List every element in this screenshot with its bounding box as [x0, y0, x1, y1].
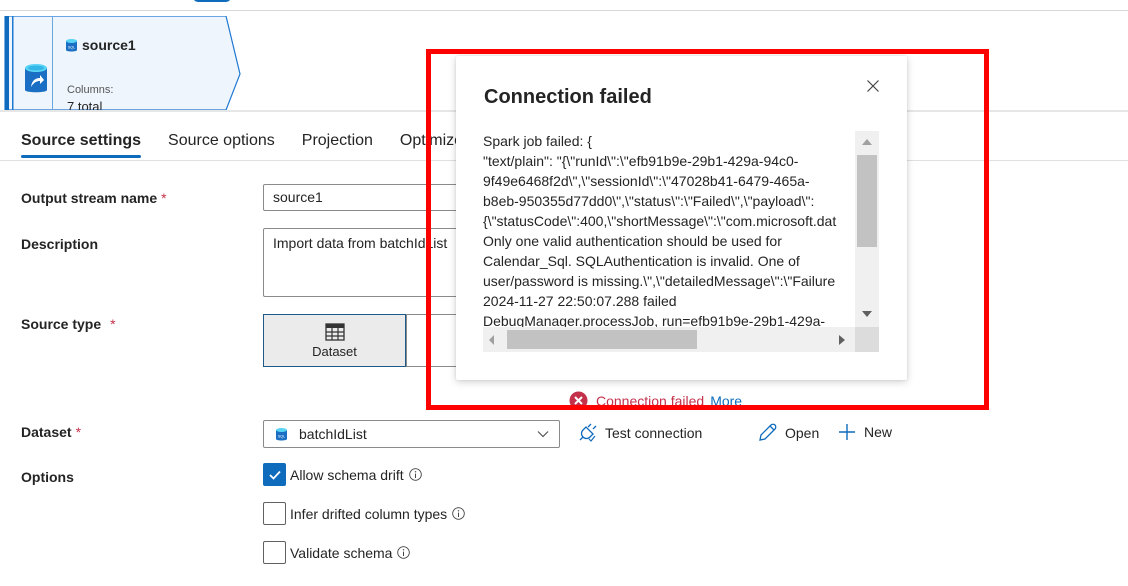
table-icon: [324, 322, 345, 341]
description-textarea[interactable]: Import data from batchIdList: [263, 228, 463, 297]
error-message-line: 9f49e6468f2d\",\"sessionId\":\"47028b41-…: [483, 173, 810, 189]
checkmark-icon: [268, 470, 281, 480]
scroll-right-arrow-icon[interactable]: [839, 335, 845, 345]
info-icon[interactable]: [397, 546, 411, 559]
test-connection-label: Test connection: [605, 425, 703, 441]
chevron-down-icon: [537, 431, 549, 438]
dataset-dropdown[interactable]: SQL batchIdList: [263, 420, 560, 448]
allow-schema-drift-checkbox[interactable]: [263, 463, 286, 486]
infer-drifted-column-types-checkbox[interactable]: [263, 502, 286, 525]
dataset-label: Dataset *: [21, 424, 81, 440]
tab-source-settings[interactable]: Source settings: [21, 132, 142, 158]
svg-text:SQL: SQL: [68, 45, 75, 49]
error-message-box[interactable]: Spark job failed: { "text/plain": "{\"run…: [483, 131, 879, 352]
tab-source-options[interactable]: Source options: [168, 132, 275, 158]
scrollbar-thumb[interactable]: [857, 155, 877, 247]
options-label: Options: [21, 469, 74, 485]
description-label: Description: [21, 236, 99, 252]
dialog-title: Connection failed: [484, 86, 652, 108]
option-label: Allow schema drift: [290, 466, 404, 483]
option-validate-schema: Validate schema: [263, 541, 411, 564]
plug-connection-icon: [579, 423, 597, 442]
sql-icon: SQL: [66, 38, 77, 51]
source-node[interactable]: SQL source1 Columns: 7 total: [4, 16, 244, 110]
error-circle-icon: [569, 391, 588, 410]
divider: [0, 10, 1128, 11]
scroll-up-arrow-icon[interactable]: [862, 139, 872, 145]
node-title: source1: [82, 37, 136, 53]
node-columns-label: Columns:: [67, 84, 114, 96]
required-mark: *: [110, 316, 116, 332]
source-type-label: Source type *: [21, 316, 116, 332]
option-allow-schema-drift: Allow schema drift: [263, 463, 422, 486]
info-icon[interactable]: [408, 468, 422, 481]
plus-icon: [839, 424, 855, 440]
scrollbar-thumb[interactable]: [507, 330, 697, 349]
error-message-text: Spark job failed: { "text/plain": "{\"run…: [483, 131, 853, 327]
source-type-dataset-button[interactable]: Dataset: [263, 314, 406, 367]
option-infer-drifted-column-types: Infer drifted column types: [263, 502, 465, 525]
required-mark: *: [75, 424, 82, 440]
connection-status-text: Connection failed: [596, 392, 705, 409]
label-text: Source type: [21, 316, 102, 332]
close-icon[interactable]: [866, 79, 880, 93]
database-source-icon: [25, 64, 47, 93]
pencil-icon: [759, 423, 777, 441]
connection-failed-dialog: Connection failed Spark job failed: { "te…: [456, 56, 907, 380]
validate-schema-checkbox[interactable]: [263, 541, 286, 564]
error-message-line: Spark job failed: {: [483, 133, 592, 149]
info-icon[interactable]: [452, 507, 465, 520]
horizontal-scrollbar[interactable]: [483, 327, 855, 352]
scroll-left-arrow-icon[interactable]: [489, 335, 494, 345]
svg-text:SQL: SQL: [278, 434, 285, 438]
source-type-selector: Dataset: [263, 314, 466, 367]
vertical-scrollbar[interactable]: [855, 131, 879, 327]
open-dataset-button[interactable]: Open: [758, 423, 819, 442]
source-type-dataset-label: Dataset: [312, 343, 357, 359]
settings-tabs: Source settings Source options Projectio…: [21, 132, 490, 158]
output-stream-name-label: Output stream name *: [21, 190, 167, 206]
top-toolbar-pill: [193, 0, 231, 2]
required-mark: *: [161, 190, 167, 206]
tab-optimize[interactable]: Optimize: [400, 132, 463, 158]
new-dataset-button[interactable]: New: [838, 423, 892, 441]
scroll-down-arrow-icon[interactable]: [862, 311, 872, 317]
error-message-line: Only one valid authentication should be …: [483, 233, 782, 249]
test-connection-button[interactable]: Test connection: [577, 423, 702, 443]
node-columns-value: 7 total: [67, 100, 103, 110]
error-message-line: Calendar_Sql. SQLAuthentication is inval…: [483, 253, 800, 269]
scrollbar-corner: [855, 327, 879, 352]
error-message-line: b8eb-950355d77dd0\",\"status\":\"Failed\…: [483, 193, 815, 209]
error-message-line: user/password is missing.\",\"detailedMe…: [483, 273, 836, 289]
option-label: Infer drifted column types: [290, 505, 448, 522]
error-message-line: {\"statusCode\":400,\"shortMessage\":\"c…: [483, 213, 837, 229]
open-label: Open: [785, 424, 820, 441]
option-label: Validate schema: [290, 544, 393, 561]
dataset-value: batchIdList: [299, 426, 367, 442]
label-text: Dataset: [21, 424, 72, 440]
tab-projection[interactable]: Projection: [302, 132, 373, 158]
error-message-line: "text/plain": "{\"runId\":\"efb91b9e-29b…: [483, 153, 799, 169]
sql-dataset-icon: SQL: [276, 427, 287, 440]
label-text: Output stream name: [21, 190, 158, 206]
more-link[interactable]: More: [710, 393, 742, 409]
output-stream-name-input[interactable]: source1: [263, 184, 463, 211]
error-message-line: 2024-11-27 22:50:07.288 failed: [483, 293, 677, 309]
new-label: New: [864, 424, 893, 440]
connection-status: Connection failed More: [569, 391, 742, 410]
error-message-line: DebugManager.processJob, run=efb91b9e-29…: [483, 313, 826, 327]
